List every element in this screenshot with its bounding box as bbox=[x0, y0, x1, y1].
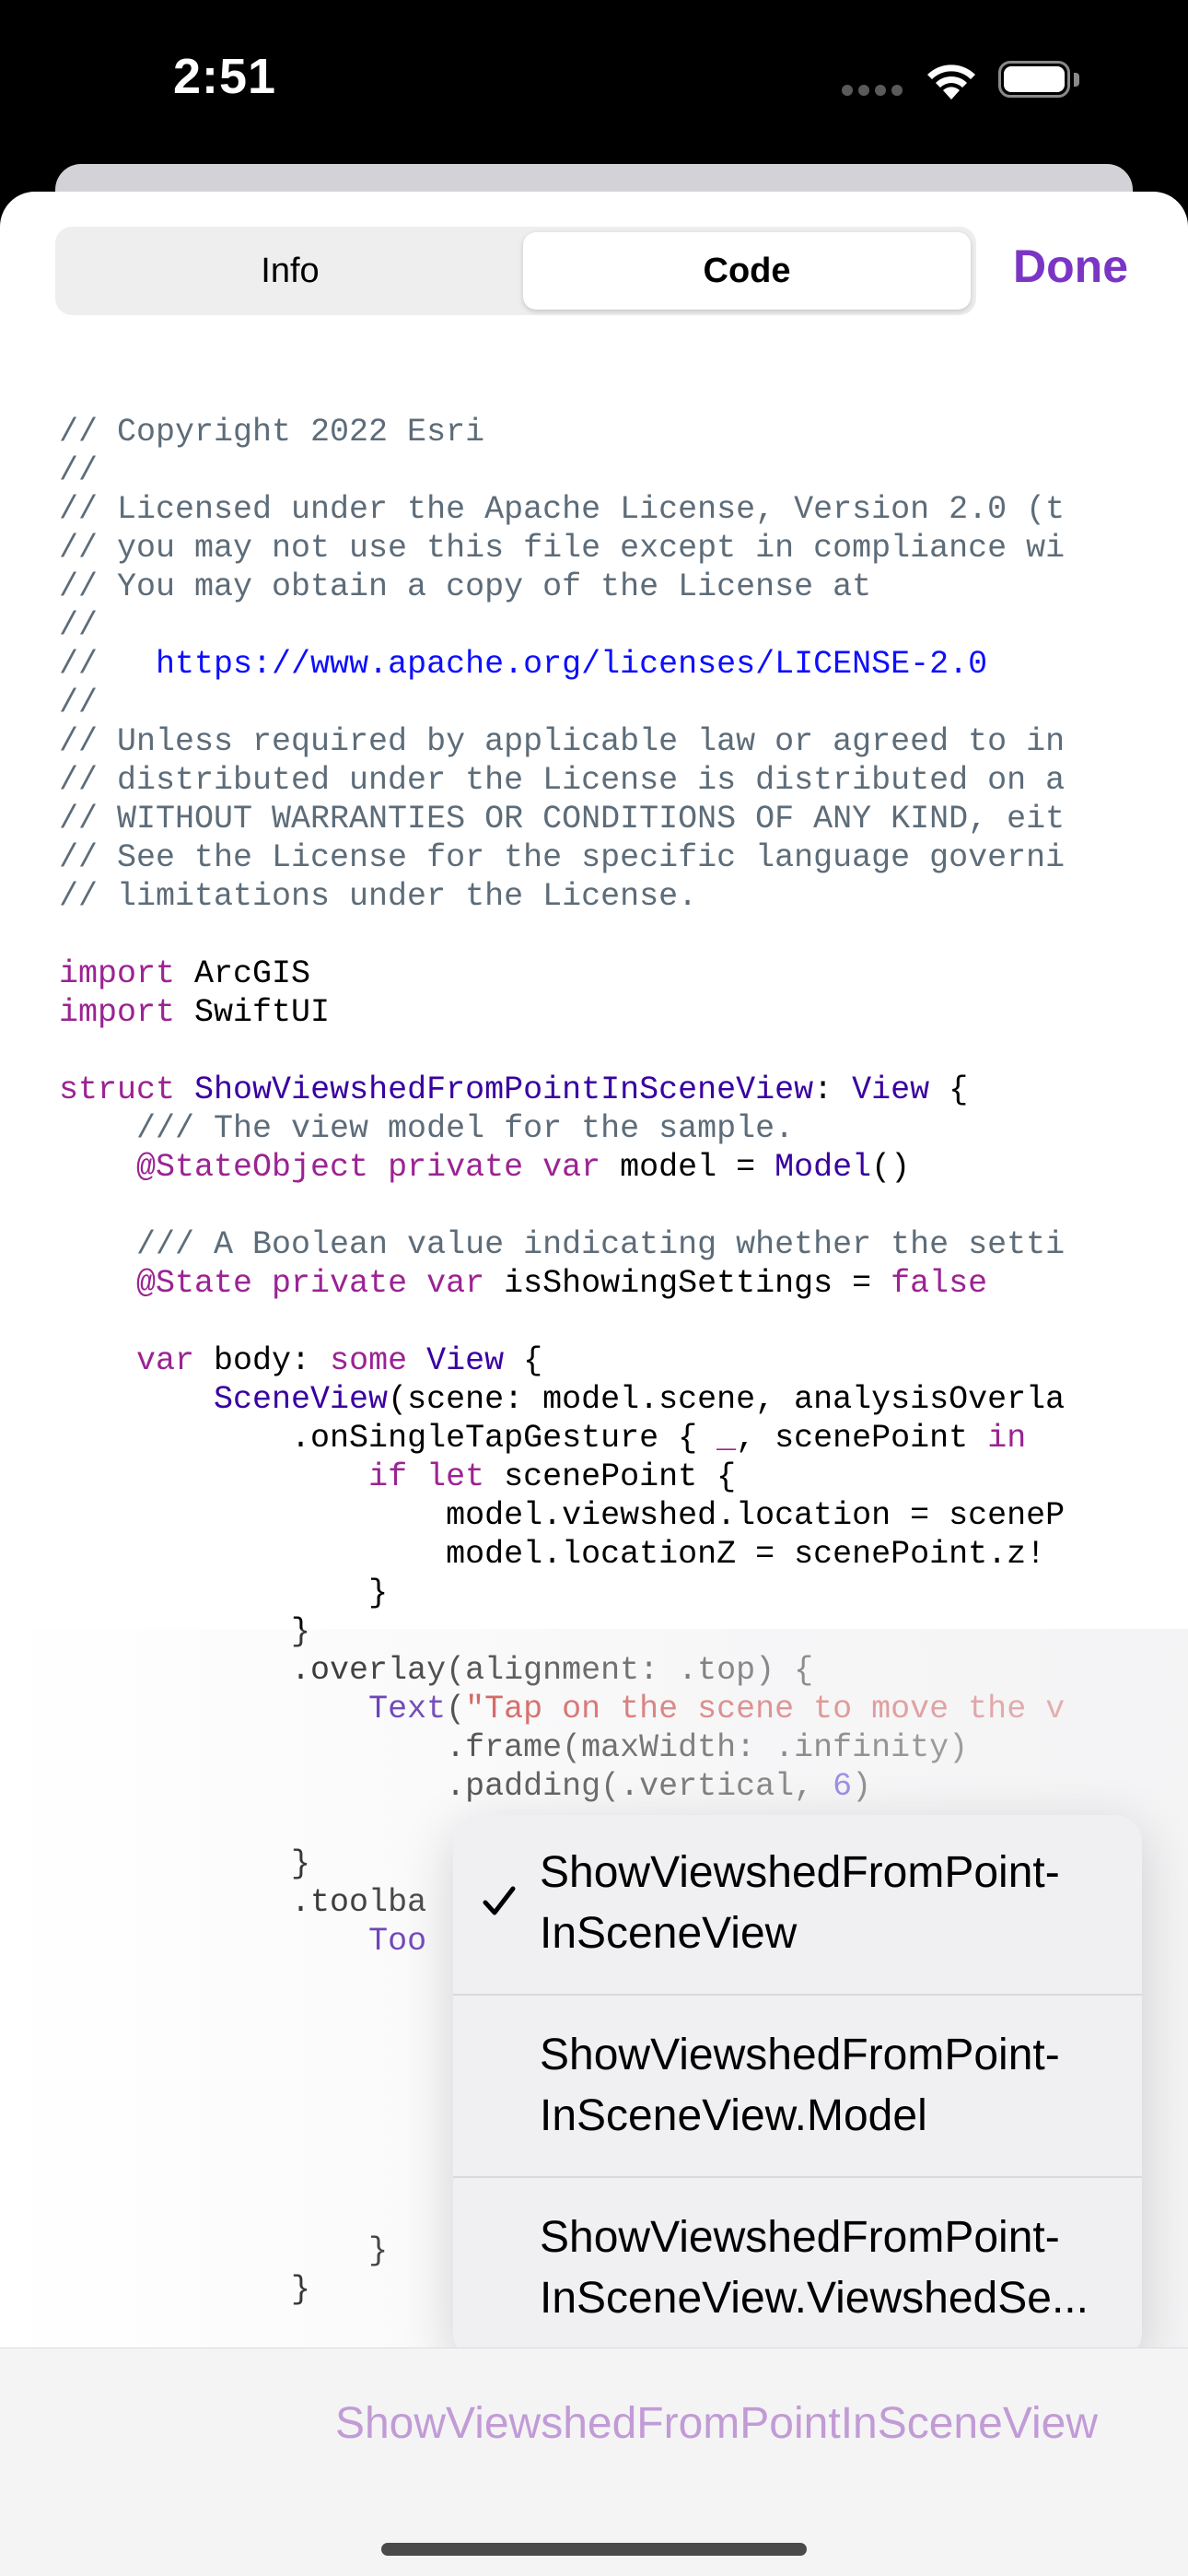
code-line: // WITHOUT WARRANTIES OR CONDITIONS OF A… bbox=[59, 801, 1066, 837]
code-keyword: _ bbox=[716, 1420, 737, 1457]
code-text: () bbox=[871, 1149, 911, 1186]
code-text: SwiftUI bbox=[175, 994, 331, 1031]
code-type: Text bbox=[368, 1691, 447, 1727]
code-text: .toolba bbox=[291, 1884, 427, 1921]
segment-code[interactable]: Code bbox=[523, 232, 971, 310]
signal-icon bbox=[842, 85, 903, 98]
battery-icon bbox=[998, 61, 1083, 100]
code-text: model = bbox=[600, 1149, 775, 1186]
code-sheet: Info Code Done // Copyright 2022 Esri //… bbox=[0, 192, 1188, 2576]
code-line: // Licensed under the Apache License, Ve… bbox=[59, 491, 1066, 528]
code-attribute: @StateObject bbox=[136, 1149, 369, 1186]
code-keyword: some bbox=[330, 1342, 408, 1379]
code-type: ShowViewshedFromPointInSceneView bbox=[194, 1071, 814, 1108]
code-line: // bbox=[59, 646, 157, 683]
status-bar: 2:51 bbox=[0, 0, 1188, 166]
code-keyword: struct bbox=[59, 1071, 176, 1108]
code-text: { bbox=[929, 1071, 969, 1108]
info-code-segmented-control[interactable]: Info Code bbox=[55, 227, 976, 315]
code-text: ( bbox=[446, 1691, 466, 1727]
code-string: "Tap on the scene to move the v bbox=[465, 1691, 1066, 1727]
code-text: } bbox=[291, 1845, 311, 1882]
code-text: model.viewshed.location = sceneP bbox=[446, 1497, 1066, 1534]
code-line: // See the License for the specific lang… bbox=[59, 839, 1066, 876]
code-text: .overlay(alignment: .top) { bbox=[291, 1652, 814, 1689]
code-text: scenePoint { bbox=[484, 1458, 737, 1495]
code-text: (scene: model.scene, analysisOverla bbox=[388, 1381, 1066, 1418]
code-keyword: if let bbox=[368, 1458, 485, 1495]
code-text: } bbox=[291, 1613, 311, 1650]
code-line: // distributed under the License is dist… bbox=[59, 762, 1066, 799]
done-button[interactable]: Done bbox=[1013, 240, 1128, 293]
code-line: // Unless required by applicable law or … bbox=[59, 723, 1066, 760]
code-text: body: bbox=[194, 1342, 331, 1379]
menu-item-model[interactable]: ShowViewshedFromPoint- InSceneView.Model bbox=[453, 1997, 1142, 2178]
code-text: .padding(.vertical, bbox=[446, 1768, 833, 1805]
code-line: // bbox=[59, 685, 99, 721]
wifi-icon bbox=[927, 64, 975, 100]
code-keyword: import bbox=[59, 955, 176, 992]
code-keyword: private var bbox=[252, 1265, 485, 1302]
menu-item-label: ShowViewshedFromPoint- InSceneView bbox=[540, 1848, 1060, 1958]
code-text: .onSingleTapGesture { bbox=[291, 1420, 717, 1457]
code-number: 6 bbox=[833, 1768, 853, 1805]
code-text: , scenePoint bbox=[736, 1420, 988, 1457]
code-keyword: in bbox=[987, 1420, 1027, 1457]
menu-item-view[interactable]: ShowViewshedFromPoint- InSceneView bbox=[453, 1815, 1142, 1996]
code-keyword: var bbox=[136, 1342, 195, 1379]
code-text: } bbox=[368, 2232, 389, 2269]
menu-item-viewshed-settings[interactable]: ShowViewshedFromPoint- InSceneView.Views… bbox=[453, 2180, 1142, 2360]
code-type: Too bbox=[368, 1923, 427, 1960]
license-url-link[interactable]: https://www.apache.org/licenses/LICENSE-… bbox=[156, 646, 987, 683]
code-keyword: private var bbox=[368, 1149, 601, 1186]
code-type: SceneView bbox=[214, 1381, 389, 1418]
code-type: Model bbox=[775, 1149, 872, 1186]
home-indicator bbox=[381, 2543, 807, 2556]
code-keyword: import bbox=[59, 994, 176, 1031]
segment-info[interactable]: Info bbox=[61, 232, 519, 310]
code-line: /// The view model for the sample. bbox=[59, 1110, 795, 1147]
code-text: ) bbox=[852, 1768, 872, 1805]
code-text: ArcGIS bbox=[175, 955, 311, 992]
code-type: View bbox=[407, 1342, 505, 1379]
checkmark-icon bbox=[483, 1886, 516, 1915]
code-text: model.locationZ = scenePoint.z! bbox=[446, 1536, 1046, 1573]
file-picker-menu: ShowViewshedFromPoint- InSceneView ShowV… bbox=[453, 1815, 1142, 2360]
bottom-toolbar: ShowViewshedFromPointInSceneView bbox=[0, 2348, 1188, 2576]
code-text: } bbox=[291, 2271, 311, 2308]
code-text: : bbox=[813, 1071, 853, 1108]
code-line: // bbox=[59, 607, 99, 644]
menu-item-label: ShowViewshedFromPoint- InSceneView.Model bbox=[540, 2031, 1060, 2140]
code-text: .frame(maxWidth: .infinity) bbox=[446, 1729, 969, 1766]
code-attribute: @State bbox=[136, 1265, 253, 1302]
code-line: /// A Boolean value indicating whether t… bbox=[59, 1226, 1066, 1263]
status-time: 2:51 bbox=[173, 49, 277, 104]
code-line: // limitations under the License. bbox=[59, 878, 698, 915]
code-keyword: false bbox=[891, 1265, 988, 1302]
code-text: { bbox=[504, 1342, 543, 1379]
code-line: // bbox=[59, 452, 99, 489]
code-line: // you may not use this file except in c… bbox=[59, 530, 1066, 567]
code-text: } bbox=[368, 1575, 389, 1611]
code-line: // Copyright 2022 Esri bbox=[59, 414, 485, 451]
code-text: isShowingSettings = bbox=[484, 1265, 891, 1302]
code-line: // You may obtain a copy of the License … bbox=[59, 568, 872, 605]
file-menu-button[interactable]: ShowViewshedFromPointInSceneView bbox=[335, 2398, 1098, 2449]
menu-item-label: ShowViewshedFromPoint- InSceneView.Views… bbox=[540, 2213, 1089, 2323]
code-type: View bbox=[852, 1071, 930, 1108]
